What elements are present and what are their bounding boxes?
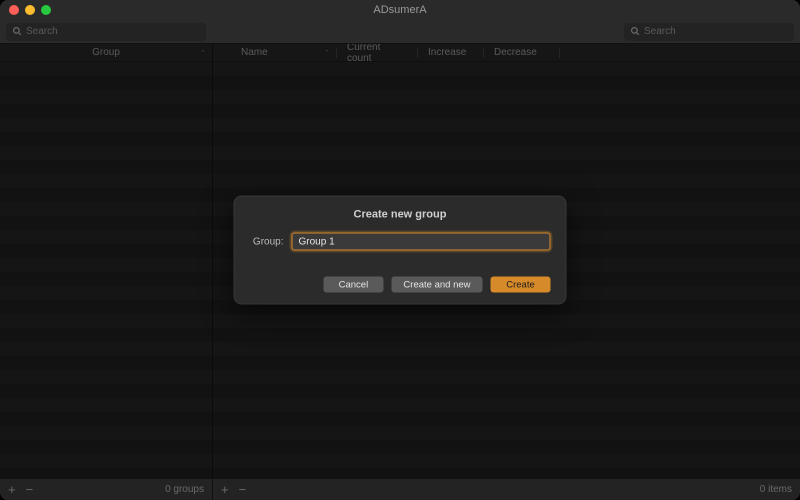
table-row: [213, 440, 800, 454]
column-header-name[interactable]: Name ⌃: [231, 47, 336, 58]
table-row: [213, 370, 800, 384]
modal-button-row: Cancel Create and new Create: [250, 277, 551, 293]
remove-item-button[interactable]: −: [239, 483, 247, 496]
table-row: [0, 188, 212, 202]
table-row: [213, 342, 800, 356]
table-row: [0, 202, 212, 216]
toolbar: [0, 20, 800, 44]
table-row: [0, 454, 212, 468]
cancel-button[interactable]: Cancel: [323, 277, 383, 293]
table-row: [0, 76, 212, 90]
table-row: [213, 314, 800, 328]
table-row: [213, 468, 800, 478]
table-row: [213, 62, 800, 76]
chevron-icon: ⌃: [200, 49, 206, 57]
table-row: [0, 258, 212, 272]
search-icon: [630, 23, 640, 41]
minimize-window-button[interactable]: [25, 5, 35, 15]
table-row: [0, 412, 212, 426]
table-row: [0, 468, 212, 478]
table-row: [213, 76, 800, 90]
items-count-label: 0 items: [760, 484, 792, 495]
table-row: [0, 174, 212, 188]
table-row: [213, 174, 800, 188]
table-row: [213, 398, 800, 412]
add-item-button[interactable]: +: [221, 483, 229, 496]
sidebar-search-input[interactable]: [26, 26, 200, 37]
footer-sidebar: + − 0 groups: [0, 479, 213, 500]
table-row: [0, 286, 212, 300]
table-row: [0, 300, 212, 314]
table-row: [213, 384, 800, 398]
table-row: [0, 216, 212, 230]
table-row: [0, 356, 212, 370]
table-row: [213, 412, 800, 426]
table-row: [213, 90, 800, 104]
create-button[interactable]: Create: [491, 277, 551, 293]
column-header-increase[interactable]: Increase: [418, 47, 483, 58]
titlebar: ADsumerA: [0, 0, 800, 20]
main-search-input[interactable]: [644, 26, 788, 37]
add-group-button[interactable]: +: [8, 483, 16, 496]
close-window-button[interactable]: [9, 5, 19, 15]
create-group-modal: Create new group Group: Cancel Create an…: [234, 196, 567, 305]
main-search[interactable]: [624, 23, 794, 41]
table-row: [0, 398, 212, 412]
table-row: [0, 314, 212, 328]
table-row: [0, 118, 212, 132]
table-row: [0, 272, 212, 286]
column-header-current-count[interactable]: Current count: [337, 44, 417, 64]
groups-count-label: 0 groups: [165, 484, 204, 495]
table-row: [213, 160, 800, 174]
modal-title: Create new group: [250, 209, 551, 221]
footer-main: + − 0 items: [213, 479, 800, 500]
column-header-decrease[interactable]: Decrease: [484, 47, 559, 58]
table-row: [0, 62, 212, 76]
table-row: [0, 160, 212, 174]
table-row: [213, 118, 800, 132]
sidebar: Group ⌃: [0, 44, 213, 478]
sidebar-column-header[interactable]: Group ⌃: [0, 44, 212, 62]
search-icon: [12, 23, 22, 41]
sidebar-column-label: Group: [92, 47, 120, 58]
main-column-header-row: Name ⌃ Current count Increase Decrease: [213, 44, 800, 62]
column-label: Name: [231, 47, 278, 58]
sidebar-rows: [0, 62, 212, 478]
table-row: [0, 132, 212, 146]
table-row: [0, 244, 212, 258]
table-row: [0, 384, 212, 398]
table-row: [213, 454, 800, 468]
table-row: [213, 426, 800, 440]
group-name-input[interactable]: [292, 233, 551, 251]
column-label: Decrease: [484, 47, 547, 58]
window-title: ADsumerA: [0, 4, 800, 16]
remove-group-button[interactable]: −: [26, 483, 34, 496]
table-row: [0, 342, 212, 356]
table-row: [213, 132, 800, 146]
table-row: [213, 146, 800, 160]
table-row: [0, 146, 212, 160]
traffic-lights: [0, 5, 51, 15]
maximize-window-button[interactable]: [41, 5, 51, 15]
table-row: [213, 356, 800, 370]
group-field-label: Group:: [250, 236, 284, 247]
footer: + − 0 groups + − 0 items: [0, 478, 800, 500]
table-row: [0, 230, 212, 244]
table-row: [213, 104, 800, 118]
table-row: [213, 328, 800, 342]
chevron-icon: ⌃: [324, 49, 330, 57]
sidebar-search[interactable]: [6, 23, 206, 41]
table-row: [0, 104, 212, 118]
column-label: Current count: [337, 44, 417, 64]
table-row: [0, 90, 212, 104]
column-separator: [559, 48, 560, 58]
table-row: [0, 370, 212, 384]
create-and-new-button[interactable]: Create and new: [391, 277, 482, 293]
table-row: [0, 440, 212, 454]
app-window: ADsumerA Group ⌃: [0, 0, 800, 500]
table-row: [0, 426, 212, 440]
modal-field-row: Group:: [250, 233, 551, 251]
column-label: Increase: [418, 47, 476, 58]
table-row: [0, 328, 212, 342]
